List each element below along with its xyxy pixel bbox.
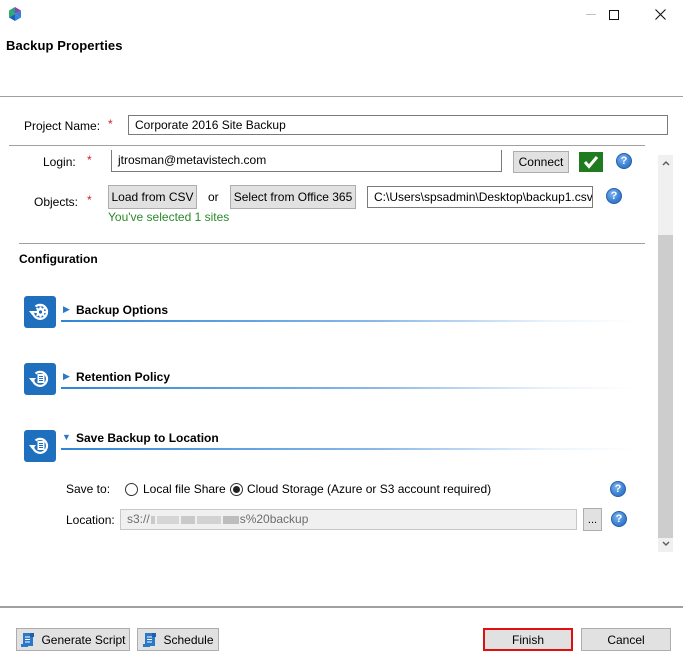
location-prefix: s3:// — [127, 512, 150, 526]
location-input[interactable]: s3:// s%20backup — [120, 509, 577, 530]
scroll-up-button[interactable] — [658, 155, 673, 171]
chevron-down-icon — [661, 541, 670, 547]
objects-required-mark: * — [87, 193, 92, 207]
chevron-up-icon — [661, 160, 670, 166]
generate-script-label: Generate Script — [41, 632, 126, 647]
maximize-icon — [609, 9, 619, 20]
radio-button[interactable] — [230, 482, 243, 496]
expand-arrow-icon: ▶ — [63, 304, 70, 314]
scroll-down-button[interactable] — [658, 536, 673, 552]
section-label: Retention Policy — [76, 370, 171, 384]
radio-button[interactable] — [125, 482, 138, 496]
cancel-button[interactable]: Cancel — [581, 628, 671, 651]
close-icon — [654, 9, 666, 20]
scrollbar-thumb[interactable] — [658, 235, 673, 538]
location-label: Location: — [66, 513, 115, 527]
backup-gear-icon — [24, 296, 56, 328]
save-to-help-icon[interactable]: ? — [610, 481, 626, 497]
login-required-mark: * — [87, 153, 92, 167]
footer-divider — [0, 606, 683, 608]
check-icon — [583, 156, 599, 169]
or-text: or — [208, 190, 219, 204]
project-name-input[interactable]: Corporate 2016 Site Backup — [128, 115, 668, 135]
section-label: Backup Options — [76, 303, 169, 317]
objects-help-icon[interactable]: ? — [606, 188, 622, 204]
schedule-label: Schedule — [163, 632, 214, 647]
finish-button[interactable]: Finish — [483, 628, 573, 651]
login-input[interactable]: jtrosman@metavistech.com — [111, 150, 502, 172]
section-retention-policy[interactable]: ▶ Retention Policy — [61, 368, 636, 390]
browse-location-button[interactable]: ... — [583, 508, 602, 531]
script-icon — [21, 632, 35, 647]
header-divider — [0, 96, 683, 97]
section-label: Save Backup to Location — [76, 431, 219, 445]
expand-arrow-icon: ▶ — [63, 371, 70, 381]
location-help-icon[interactable]: ? — [611, 511, 627, 527]
login-label: Login: — [43, 155, 76, 169]
section-save-backup-location[interactable]: ▼ Save Backup to Location — [61, 429, 636, 451]
radio-label: Cloud Storage (Azure or S3 account requi… — [247, 482, 492, 496]
app-logo-icon — [7, 6, 23, 22]
radio-cloud-storage[interactable]: Cloud Storage (Azure or S3 account requi… — [230, 482, 491, 496]
save-to-label: Save to: — [66, 482, 111, 496]
location-suffix: s%20backup — [239, 512, 309, 526]
objects-divider — [19, 243, 645, 244]
section-underline — [61, 448, 636, 450]
schedule-icon — [143, 632, 157, 647]
csv-path-input[interactable]: C:\Users\spsadmin\Desktop\backup1.csv — [367, 186, 593, 208]
generate-script-button[interactable]: Generate Script — [16, 628, 130, 651]
schedule-button[interactable]: Schedule — [137, 628, 219, 651]
radio-local-file-share[interactable]: Local file Share — [125, 482, 226, 496]
collapse-arrow-icon: ▼ — [62, 432, 71, 442]
load-from-csv-button[interactable]: Load from CSV — [108, 185, 197, 209]
select-from-office365-button[interactable]: Select from Office 365 — [230, 185, 356, 209]
login-help-icon[interactable]: ? — [616, 153, 632, 169]
redacted-text — [150, 512, 240, 526]
backup-document-icon — [24, 363, 56, 395]
selection-status-text: You've selected 1 sites — [108, 210, 230, 224]
radio-label: Local file Share — [143, 482, 226, 496]
objects-label: Objects: — [34, 195, 79, 209]
section-backup-options[interactable]: ▶ Backup Options — [61, 301, 636, 323]
section-underline — [61, 320, 636, 322]
section-underline — [61, 387, 636, 389]
connect-button[interactable]: Connect — [513, 151, 569, 173]
close-button[interactable] — [637, 0, 683, 29]
project-name-required-mark: * — [108, 117, 113, 131]
project-divider — [9, 145, 645, 146]
backup-document-icon — [24, 430, 56, 462]
connection-status-badge — [579, 152, 603, 172]
project-name-label: Project Name: — [24, 119, 101, 133]
maximize-button[interactable] — [591, 0, 637, 29]
dialog-title: Backup Properties — [6, 38, 123, 53]
configuration-title: Configuration — [19, 252, 98, 266]
radio-selected-dot — [233, 485, 240, 493]
